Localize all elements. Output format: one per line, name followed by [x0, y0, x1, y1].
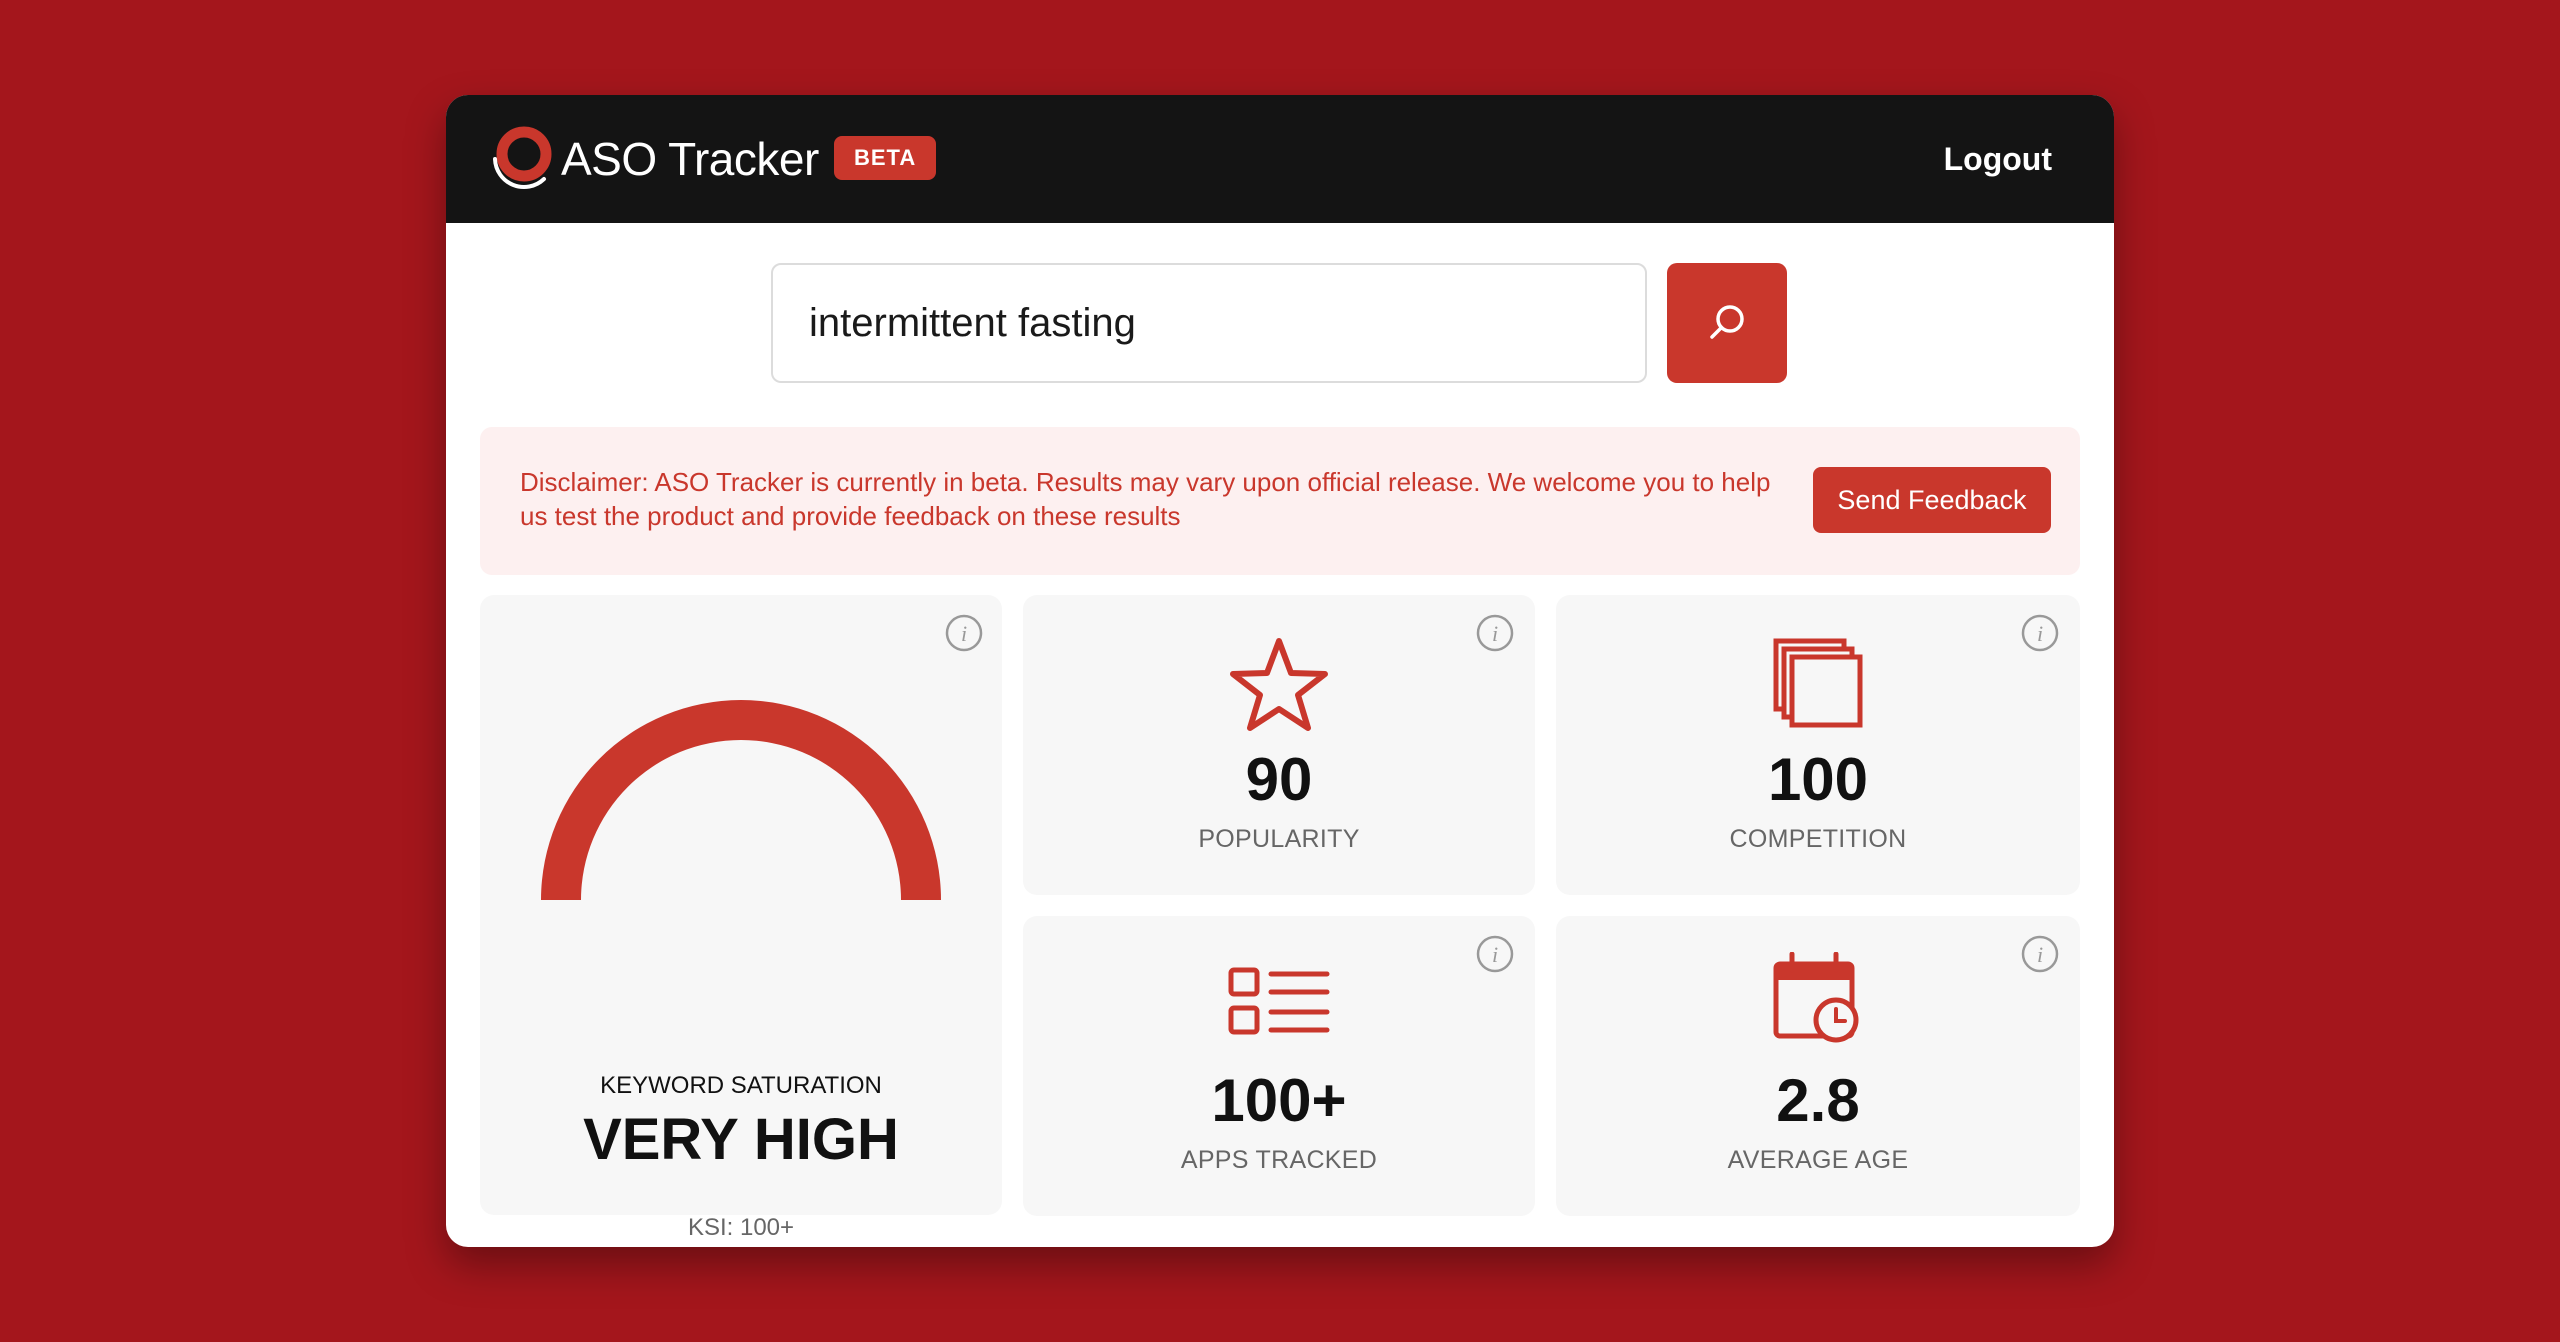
list-icon — [1228, 967, 1330, 1035]
stacked-squares-icon — [1773, 638, 1863, 728]
saturation-value: VERY HIGH — [583, 1107, 899, 1172]
info-icon[interactable]: i — [944, 613, 984, 653]
info-icon[interactable]: i — [2020, 934, 2060, 974]
search-input[interactable] — [771, 263, 1647, 383]
search-button[interactable] — [1667, 263, 1787, 383]
popularity-value: 90 — [1245, 746, 1313, 813]
saturation-gauge — [541, 700, 941, 900]
average-age-label: AVERAGE AGE — [1727, 1146, 1909, 1174]
average-age-card: i 2.8 AVERAGE AGE — [1556, 916, 2080, 1216]
saturation-card: i KEYWORD SATURATION VERY HIGH KSI: 100+ — [480, 595, 1002, 1241]
search-icon — [1710, 305, 1744, 339]
send-feedback-button[interactable]: Send Feedback — [1813, 467, 2051, 533]
competition-value: 100 — [1767, 746, 1869, 813]
svg-text:i: i — [961, 621, 967, 646]
saturation-label: KEYWORD SATURATION — [600, 1072, 882, 1099]
competition-label: COMPETITION — [1729, 825, 1907, 853]
logout-link[interactable]: Logout — [1944, 133, 2052, 185]
app-window: ASO Tracker BETA Logout Disclaimer: ASO … — [446, 95, 2114, 1247]
info-icon[interactable]: i — [2020, 613, 2060, 653]
disclaimer-text: Disclaimer: ASO Tracker is currently in … — [520, 467, 1771, 531]
beta-badge: BETA — [834, 136, 937, 180]
svg-text:i: i — [2037, 942, 2043, 967]
brand-name: ASO Tracker — [561, 133, 819, 185]
competition-card: i 100 COMPETITION — [1556, 595, 2080, 895]
popularity-card: i 90 POPULARITY — [1023, 595, 1535, 895]
disclaimer-banner: Disclaimer: ASO Tracker is currently in … — [480, 427, 2080, 575]
logo-icon — [493, 126, 552, 190]
top-bar: ASO Tracker BETA Logout — [446, 95, 2114, 223]
info-icon[interactable]: i — [1475, 934, 1515, 974]
apps-tracked-card: i 100+ APPS TRACKED — [1023, 916, 1535, 1216]
svg-text:i: i — [2037, 621, 2043, 646]
info-icon[interactable]: i — [1475, 613, 1515, 653]
svg-text:i: i — [1492, 621, 1498, 646]
star-icon — [1230, 638, 1328, 731]
apps-tracked-label: APPS TRACKED — [1180, 1146, 1378, 1174]
average-age-value: 2.8 — [1776, 1067, 1860, 1134]
svg-text:i: i — [1492, 942, 1498, 967]
popularity-label: POPULARITY — [1198, 825, 1360, 853]
ksi-value: KSI: 100+ — [687, 1214, 795, 1241]
apps-tracked-value: 100+ — [1211, 1067, 1347, 1134]
calendar-clock-icon — [1773, 952, 1859, 1043]
